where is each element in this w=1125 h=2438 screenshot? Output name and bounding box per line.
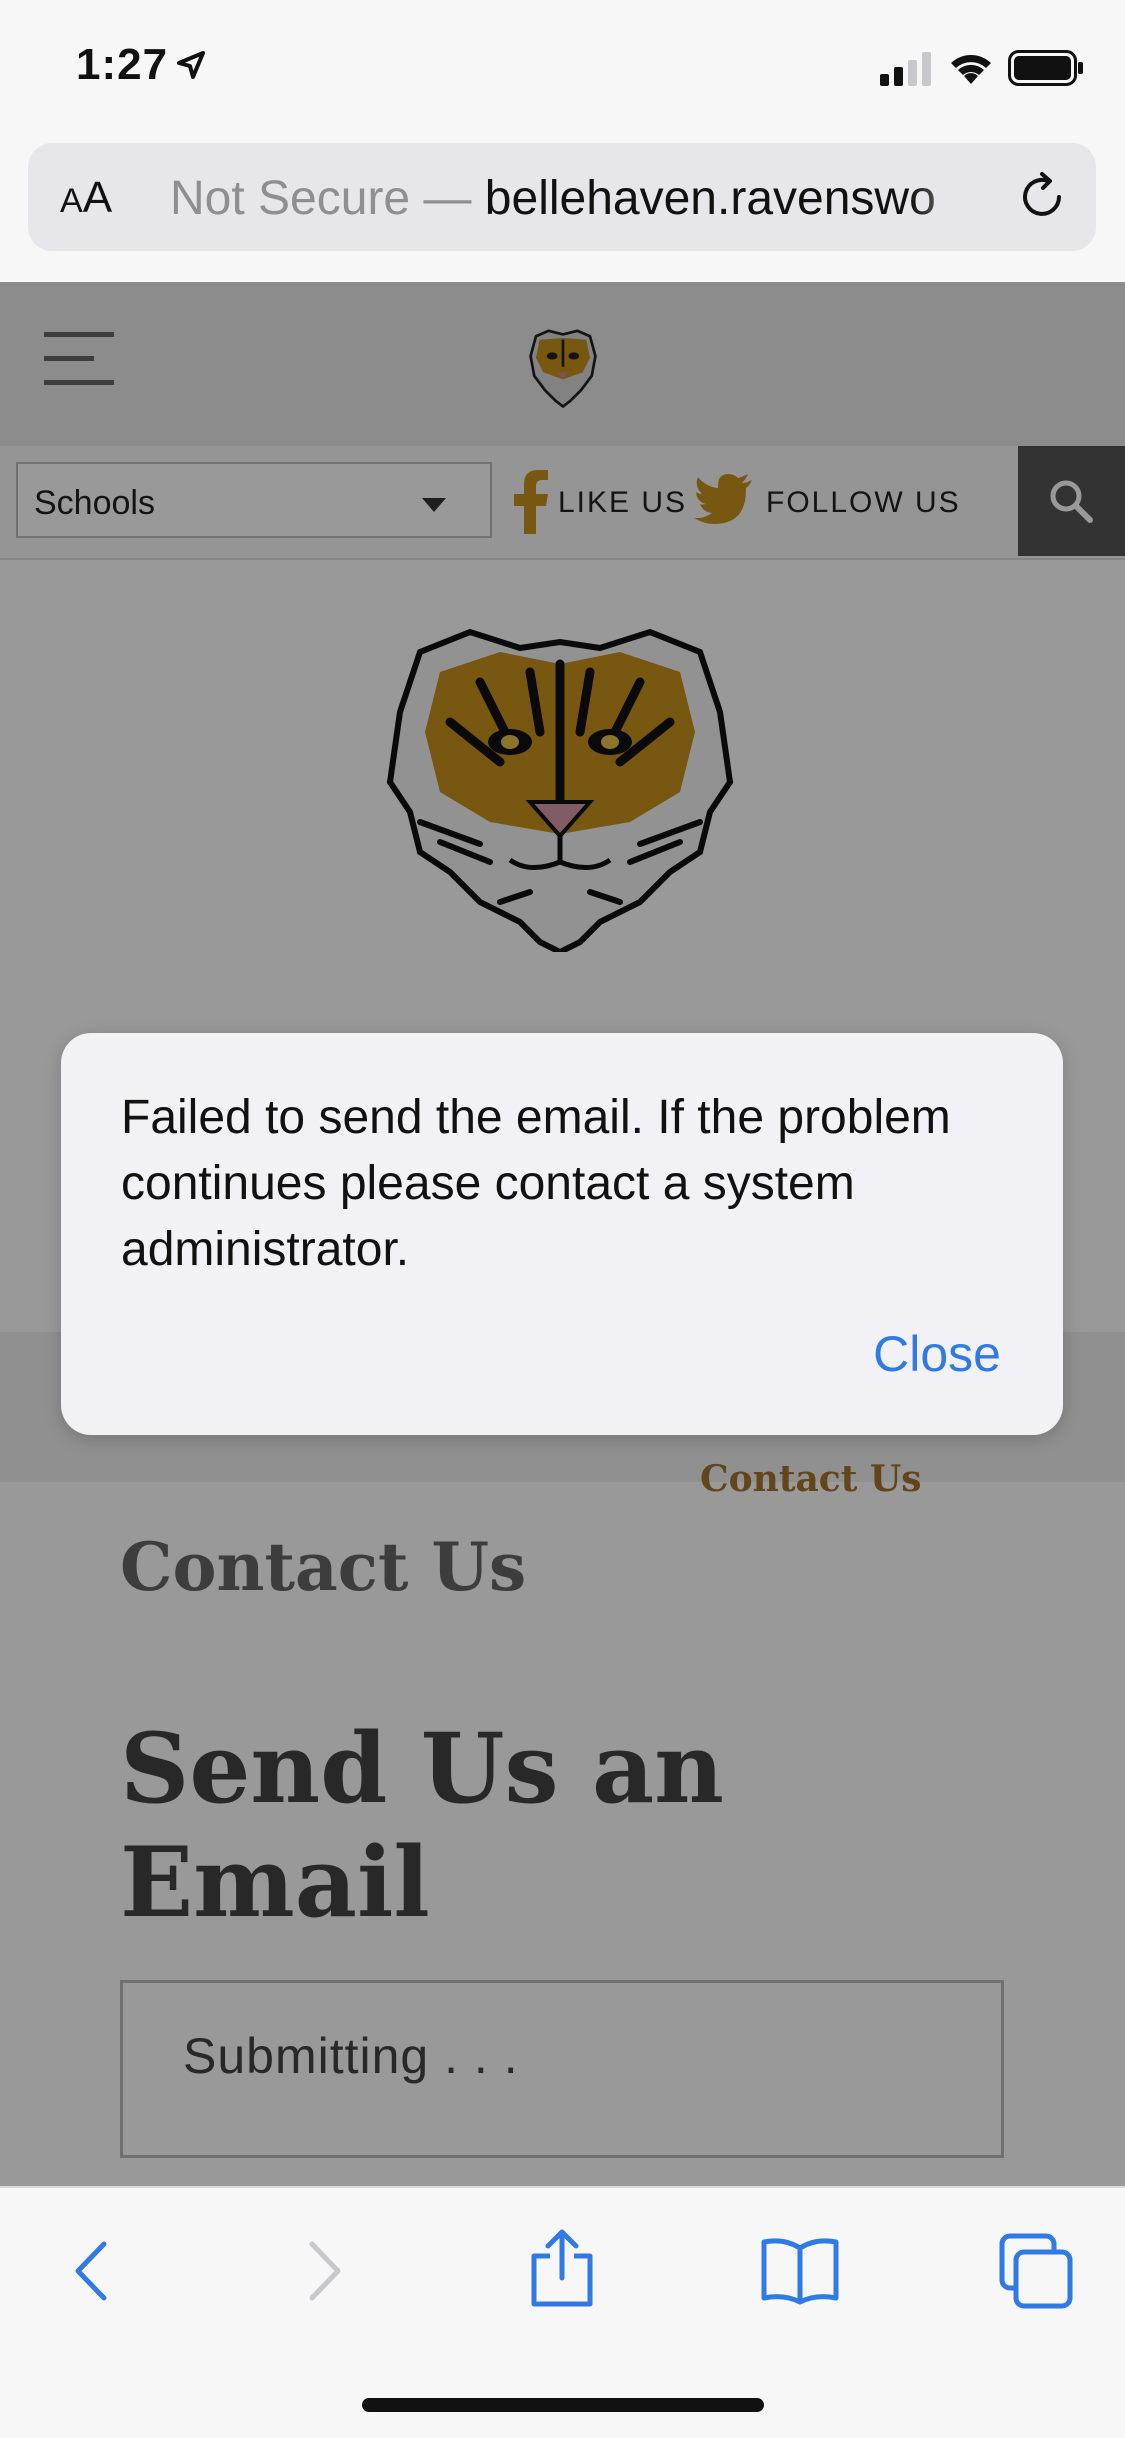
cellular-signal-icon bbox=[880, 52, 931, 86]
url-text[interactable]: Not Secure — bellehaven.ravenswo bbox=[170, 171, 1000, 226]
share-icon[interactable] bbox=[526, 2228, 598, 2308]
tabs-icon[interactable] bbox=[996, 2232, 1076, 2312]
back-icon[interactable] bbox=[66, 2236, 116, 2306]
alert-message: Failed to send the email. If the problem… bbox=[121, 1091, 951, 1276]
home-indicator[interactable] bbox=[362, 2398, 764, 2412]
address-bar[interactable]: AA Not Secure — bellehaven.ravenswo bbox=[28, 143, 1096, 251]
alert-dialog: Failed to send the email. If the problem… bbox=[61, 1033, 1063, 1435]
bookmarks-icon[interactable] bbox=[760, 2236, 840, 2306]
close-button[interactable]: Close bbox=[873, 1325, 1001, 1383]
status-time: 1:27 bbox=[76, 40, 169, 89]
battery-icon bbox=[1008, 50, 1083, 86]
url-fade bbox=[910, 153, 1000, 241]
location-arrow-icon bbox=[177, 51, 205, 79]
status-bar: 1:27 bbox=[0, 0, 1125, 140]
url-host: bellehaven.ravenswo bbox=[484, 172, 936, 225]
reload-icon[interactable] bbox=[1012, 167, 1072, 227]
forward-icon[interactable] bbox=[300, 2236, 350, 2306]
wifi-icon bbox=[951, 55, 991, 84]
reader-aa-button[interactable]: AA bbox=[60, 173, 112, 223]
security-warning: Not Secure — bbox=[170, 172, 485, 225]
